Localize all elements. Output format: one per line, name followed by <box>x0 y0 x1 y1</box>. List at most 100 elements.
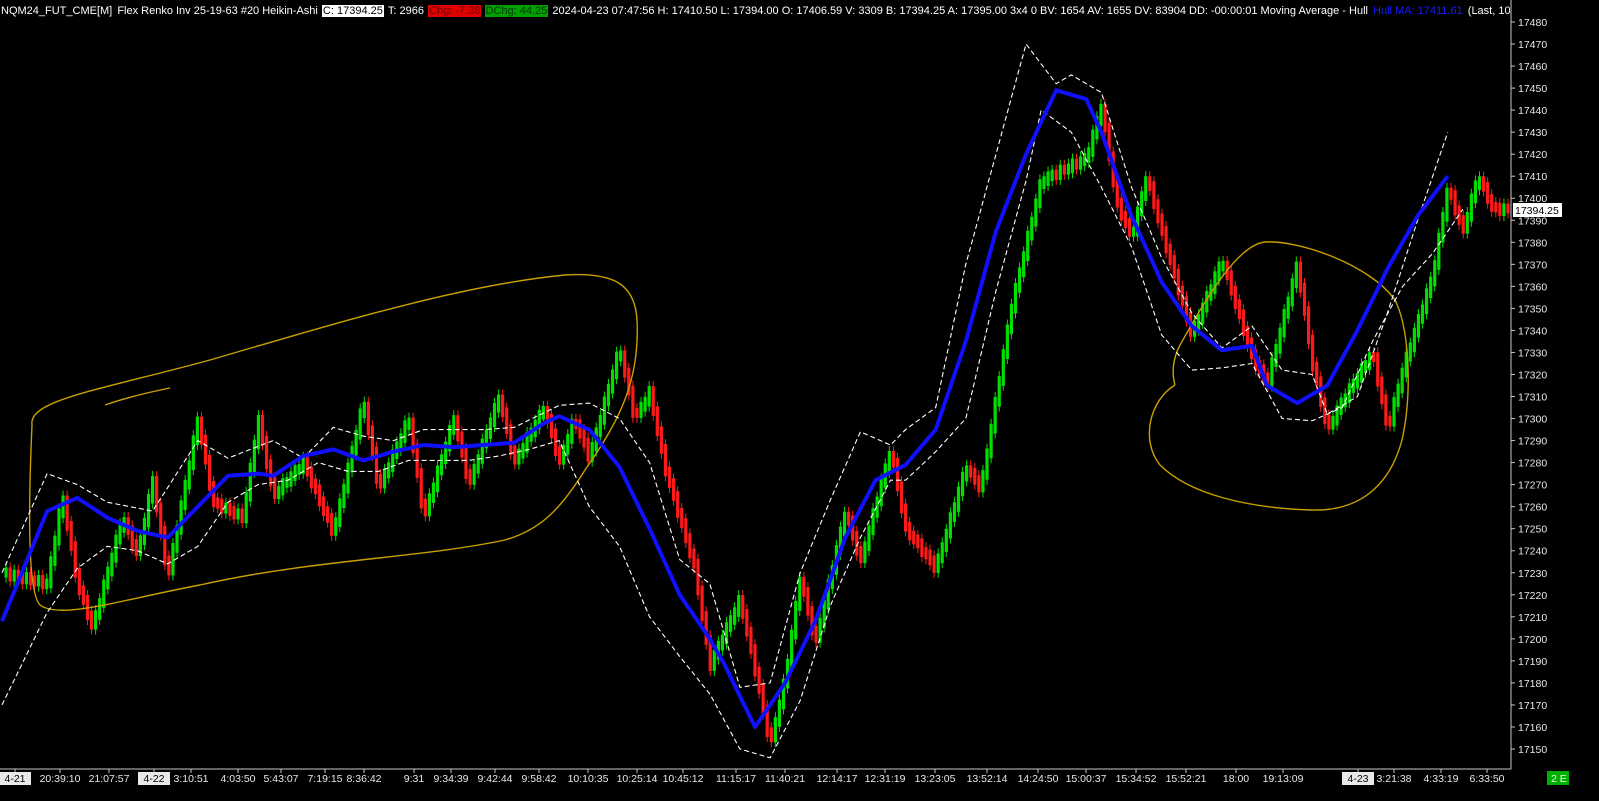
renko-bar <box>521 442 525 459</box>
x-tick-label: 15:52:21 <box>1166 773 1207 785</box>
renko-bar <box>1148 176 1152 192</box>
y-tick-label: 17250 <box>1518 524 1547 536</box>
renko-bar <box>476 454 480 474</box>
renko-bar <box>940 542 944 564</box>
renko-bar <box>1233 285 1237 310</box>
renko-bar <box>346 462 350 494</box>
renko-bar <box>114 534 118 563</box>
renko-bar <box>895 457 900 492</box>
y-tick-label: 17330 <box>1518 347 1547 359</box>
renko-bar <box>439 454 444 476</box>
renko-bar <box>407 417 411 430</box>
renko-bar <box>659 426 663 454</box>
renko-bar <box>1355 373 1359 389</box>
renko-bar <box>468 469 472 485</box>
renko-bar <box>1091 129 1095 157</box>
renko-bar <box>342 483 346 509</box>
renko-bar <box>680 507 684 528</box>
renko-bar <box>199 416 204 445</box>
renko-bar <box>977 475 981 493</box>
renko-bar <box>1237 299 1241 320</box>
x-tick-label: 14:24:50 <box>1018 773 1059 785</box>
y-tick-label: 17230 <box>1518 568 1547 580</box>
renko-bar <box>1160 213 1164 236</box>
price-chart[interactable]: 17480 17470 17460 17450 17440 17430 17420 17410… <box>0 0 1599 801</box>
renko-bar <box>1026 230 1030 262</box>
renko-bar <box>924 547 928 560</box>
renko-bar <box>728 615 733 632</box>
renko-bar <box>501 394 505 418</box>
renko-bar <box>1278 327 1282 354</box>
renko-bar <box>704 611 708 645</box>
renko-bar <box>1058 164 1062 180</box>
y-tick-label: 17160 <box>1518 722 1547 734</box>
x-tick-label: 13:23:05 <box>915 773 956 785</box>
renko-bar <box>362 401 366 419</box>
renko-bar <box>1384 394 1388 426</box>
renko-bar <box>317 484 322 507</box>
renko-bar <box>1473 180 1478 204</box>
renko-bar <box>321 496 326 517</box>
y-tick-label: 17380 <box>1518 237 1547 249</box>
y-tick-label: 17410 <box>1518 171 1547 183</box>
renko-bar <box>700 585 704 621</box>
renko-bar <box>118 523 122 545</box>
renko-bar <box>456 415 460 442</box>
renko-bar <box>688 533 692 559</box>
renko-bar <box>558 446 562 465</box>
y-tick-label: 17470 <box>1518 39 1547 51</box>
y-tick-label: 17460 <box>1518 61 1547 73</box>
x-tick-label: 4:33:19 <box>1423 773 1458 785</box>
renko-bar <box>370 425 374 457</box>
renko-bar <box>798 577 802 611</box>
x-tick-label: 19:13:09 <box>1263 773 1304 785</box>
renko-bar <box>1229 270 1233 296</box>
renko-bar <box>773 717 777 743</box>
renko-bar <box>737 595 741 617</box>
x-tick-label: 18:00 <box>1223 773 1249 785</box>
x-tick-label: 12:31:19 <box>865 773 906 785</box>
y-tick-label: 17200 <box>1518 634 1547 646</box>
renko-bar <box>956 486 961 512</box>
renko-bar <box>1050 169 1054 182</box>
renko-bar <box>1437 232 1441 270</box>
renko-bar <box>635 408 639 418</box>
renko-bar <box>472 463 476 485</box>
renko-bar <box>989 423 993 459</box>
renko-bar <box>1087 147 1091 163</box>
renko-bar <box>647 386 651 407</box>
renko-bar <box>163 525 167 566</box>
renko-bar <box>452 415 456 435</box>
y-tick-label: 17360 <box>1518 281 1547 293</box>
x-tick-label: 7:19:15 <box>307 773 342 785</box>
renko-bar <box>651 386 655 417</box>
y-tick-label: 17280 <box>1518 458 1547 470</box>
renko-bar <box>37 574 41 587</box>
renko-bar <box>1009 303 1014 335</box>
renko-bar <box>419 468 423 509</box>
renko-bar <box>1013 282 1018 314</box>
y-tick-label: 17450 <box>1518 83 1547 95</box>
renko-bar <box>973 467 977 485</box>
renko-bar <box>1282 309 1286 338</box>
renko-bar <box>305 456 309 477</box>
renko-bar <box>264 435 269 470</box>
renko-bar <box>802 577 806 597</box>
renko-bar <box>224 502 228 514</box>
renko-bar <box>102 579 106 608</box>
x-tick-label: 15:00:37 <box>1066 773 1107 785</box>
renko-bar <box>1152 181 1156 209</box>
y-axis-ticks: 17480 17470 17460 17450 17440 17430 17420 17410… <box>1511 17 1547 756</box>
renko-bar <box>228 502 232 516</box>
y-tick-label: 17180 <box>1518 678 1547 690</box>
renko-bar <box>1408 342 1412 362</box>
renko-bar <box>1339 397 1343 416</box>
renko-bar <box>1445 187 1449 222</box>
renko-bar <box>159 502 163 536</box>
renko-bar <box>985 448 989 480</box>
renko-bar <box>606 383 611 407</box>
renko-bar <box>1042 176 1046 190</box>
renko-bar <box>794 601 798 640</box>
renko-bar <box>203 434 208 465</box>
renko-bar <box>350 445 354 473</box>
